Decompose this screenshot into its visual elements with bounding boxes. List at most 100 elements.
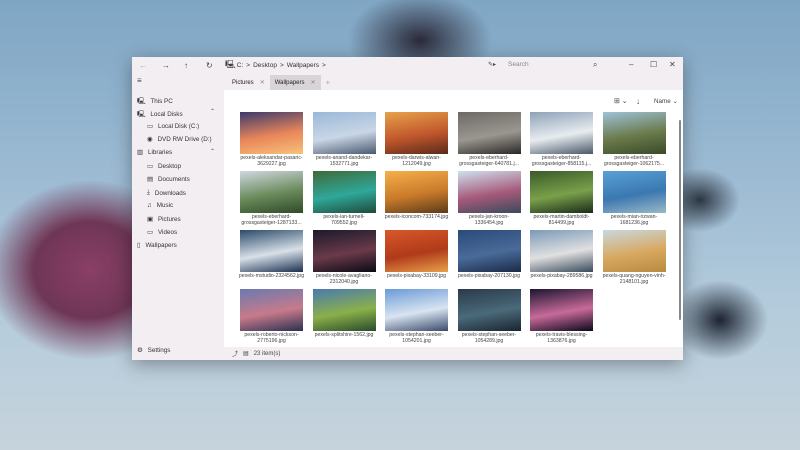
file-item[interactable]: pexels-martin-damboldt-814499.jpg <box>529 171 595 227</box>
tab-pictures[interactable]: Pictures ✕ <box>227 75 270 90</box>
file-name: pexels-travis-blessing-1363876.jpg <box>535 332 588 345</box>
file-item[interactable]: pexels-jan-kroon-1336454.jpg <box>456 171 522 227</box>
thumbnail-image <box>240 171 303 213</box>
settings-label: Settings <box>147 347 171 354</box>
sidebar-item-desktop[interactable]: ▭ Desktop <box>147 163 181 170</box>
chevron-up-icon[interactable]: ⌃ <box>210 149 215 155</box>
breadcrumb-item[interactable]: C: <box>237 62 244 69</box>
sidebar-item-label: Pictures <box>157 215 181 223</box>
thumbnail-image <box>312 112 376 154</box>
file-item[interactable]: pexels-roberto-nickson-2775196.jpg <box>239 289 305 345</box>
file-name: pexels-iconcom-733174.jpg <box>384 214 449 220</box>
file-item[interactable]: pexels-pixabay-207130.jpg <box>456 230 522 279</box>
sidebar-item-this-pc[interactable]: 🖳 This PC <box>137 96 173 107</box>
file-item[interactable]: pexels-iconcom-733174.jpg <box>384 171 450 220</box>
file-item[interactable]: pexels-darwis-alwan-1212049.jpg <box>384 112 450 168</box>
close-tab-icon[interactable]: ✕ <box>311 79 316 86</box>
activity-icon: ⤴ <box>232 352 239 358</box>
computer-icon: 🖳 <box>137 111 146 119</box>
sidebar-item-label: Desktop <box>157 162 182 170</box>
breadcrumb-item[interactable]: Desktop <box>253 62 277 69</box>
sidebar-item-videos[interactable]: ▭ Videos <box>147 229 177 236</box>
sidebar-item-documents[interactable]: ▤ Documents <box>147 176 190 183</box>
picture-icon: ▣ <box>147 215 153 223</box>
file-name: pexels-ian-turnell-709552.jpg <box>323 214 365 227</box>
thumbnail-image <box>385 289 448 331</box>
minimize-icon[interactable]: – <box>629 61 633 69</box>
search-input[interactable]: Search <box>508 61 604 71</box>
sidebar-item-local-disk-c[interactable]: ▭ Local Disk (C:) <box>147 123 199 130</box>
tab-wallpapers[interactable]: Wallpapers ✕ <box>269 75 321 90</box>
tab-label: Pictures <box>232 79 254 86</box>
sidebar-item-local-disks[interactable]: 🖳 Local Disks <box>137 109 183 120</box>
thumbnail-image <box>312 230 376 272</box>
file-item[interactable]: pexels-eberhard-grossgasteiger-858115.j.… <box>529 112 595 168</box>
file-item[interactable]: pexels-pixabay-33109.jpg <box>384 230 450 279</box>
settings-button[interactable]: ⚙ Settings <box>137 347 170 354</box>
gear-icon: ⚙ <box>137 347 143 354</box>
desktop-icon: ▭ <box>147 162 153 170</box>
file-item[interactable]: pexels-eberhard-grossgasteiger-1062175..… <box>601 112 667 168</box>
file-item[interactable]: pexels-travis-blessing-1363876.jpg <box>529 289 595 345</box>
file-item[interactable]: pexels-pixabay-289586.jpg <box>529 230 595 279</box>
music-icon: ♫ <box>147 202 152 210</box>
sidebar-item-downloads[interactable]: ⤓ Downloads <box>147 189 186 197</box>
file-item[interactable]: pexels-nicole-avagliano-2312040.jpg <box>311 230 377 286</box>
file-name: pexels-eberhard-grossgasteiger-1062175..… <box>603 155 665 168</box>
file-name: pexels-anand-dandekar-1532771.jpg <box>315 155 373 168</box>
sidebar-item-music[interactable]: ♫ Music <box>147 202 173 209</box>
breadcrumb[interactable]: > C: > Desktop > Wallpapers > <box>230 62 326 69</box>
thumbnail-image <box>457 171 521 213</box>
file-item[interactable]: pexels-eberhard-grossgasteiger-640781.j.… <box>456 112 522 168</box>
file-item[interactable]: pexels-mstudio-2324562.jpg <box>239 230 305 279</box>
disc-icon: ◉ <box>147 135 153 143</box>
file-item[interactable]: pexels-stephan-seeber-1054201.jpg <box>384 289 450 345</box>
new-tab-button[interactable]: + <box>321 75 336 90</box>
sidebar-item-libraries[interactable]: ▥ Libraries <box>137 149 172 156</box>
thumbnail-image <box>457 289 521 331</box>
close-icon[interactable]: ✕ <box>669 61 676 69</box>
file-item[interactable]: pexels-quang-nguyen-vinh-2148101.jpg <box>601 230 667 286</box>
file-name: pexels-quang-nguyen-vinh-2148101.jpg <box>602 273 666 286</box>
sidebar-item-pictures[interactable]: ▣ Pictures <box>147 216 181 223</box>
document-icon: ▤ <box>147 175 153 183</box>
back-icon[interactable]: ← <box>139 62 147 70</box>
sidebar-item-label: Downloads <box>154 189 186 197</box>
chevron-up-icon[interactable]: ⌃ <box>210 109 215 115</box>
search-icon[interactable]: ⌕ <box>593 61 597 69</box>
sidebar-item-label: DVD RW Drive (D:) <box>157 135 212 143</box>
file-item[interactable]: pexels-splitshire-1562.jpg <box>311 289 377 338</box>
thumbnail-image <box>385 171 448 213</box>
file-item[interactable]: pexels-eberhard-grossgasteiger-1287133..… <box>239 171 305 227</box>
file-name: pexels-jan-kroon-1336454.jpg <box>468 214 510 227</box>
file-name: pexels-eberhard-grossgasteiger-858115.j.… <box>531 155 592 168</box>
menu-icon[interactable]: ≡ <box>137 77 142 85</box>
scrollbar[interactable] <box>679 120 681 320</box>
edit-path-icon[interactable]: ✎▸ <box>488 62 496 68</box>
thumbnail-image <box>240 112 303 154</box>
file-item[interactable]: pexels-mian-rizwan-1681236.jpg <box>601 171 667 227</box>
forward-icon[interactable]: → <box>162 62 170 70</box>
refresh-icon[interactable]: ↻ <box>206 62 213 70</box>
file-item[interactable]: pexels-anand-dandekar-1532771.jpg <box>311 112 377 168</box>
file-item[interactable]: pexels-aleksandar-pasaric-3629227.jpg <box>239 112 305 168</box>
up-icon[interactable]: ↑ <box>184 62 188 70</box>
thumbnail-image <box>312 171 376 213</box>
close-tab-icon[interactable]: ✕ <box>260 79 265 86</box>
file-item[interactable]: pexels-ian-turnell-709552.jpg <box>311 171 377 227</box>
storage-icon: ▤ <box>243 351 249 357</box>
sort-dropdown[interactable]: Name ⌄ <box>654 98 678 105</box>
tab-label: Wallpapers <box>274 79 305 86</box>
file-item[interactable]: pexels-stephan-seeber-1054289.jpg <box>456 289 522 345</box>
video-icon: ▭ <box>147 229 153 236</box>
sort-direction-icon[interactable]: ↓ <box>636 98 640 106</box>
sidebar-item-wallpapers[interactable]: ▯ Wallpapers <box>137 242 177 249</box>
breadcrumb-item[interactable]: Wallpapers <box>287 62 319 69</box>
title-bar: ← → ↑ ↻ 🖳 > C: > Desktop > Wallpapers > ✎▸ S… <box>132 57 683 75</box>
file-name: pexels-pixabay-289586.jpg <box>530 273 593 279</box>
maximize-icon[interactable]: ☐ <box>650 61 657 69</box>
status-bar: ⤴ ▤ 23 item(s) <box>224 347 683 360</box>
file-name: pexels-eberhard-grossgasteiger-1287133..… <box>241 214 302 227</box>
sidebar-item-dvd-rw-drive-d[interactable]: ◉ DVD RW Drive (D:) <box>147 136 212 143</box>
view-layout-icon[interactable]: ⊞ ⌄ <box>614 98 628 105</box>
